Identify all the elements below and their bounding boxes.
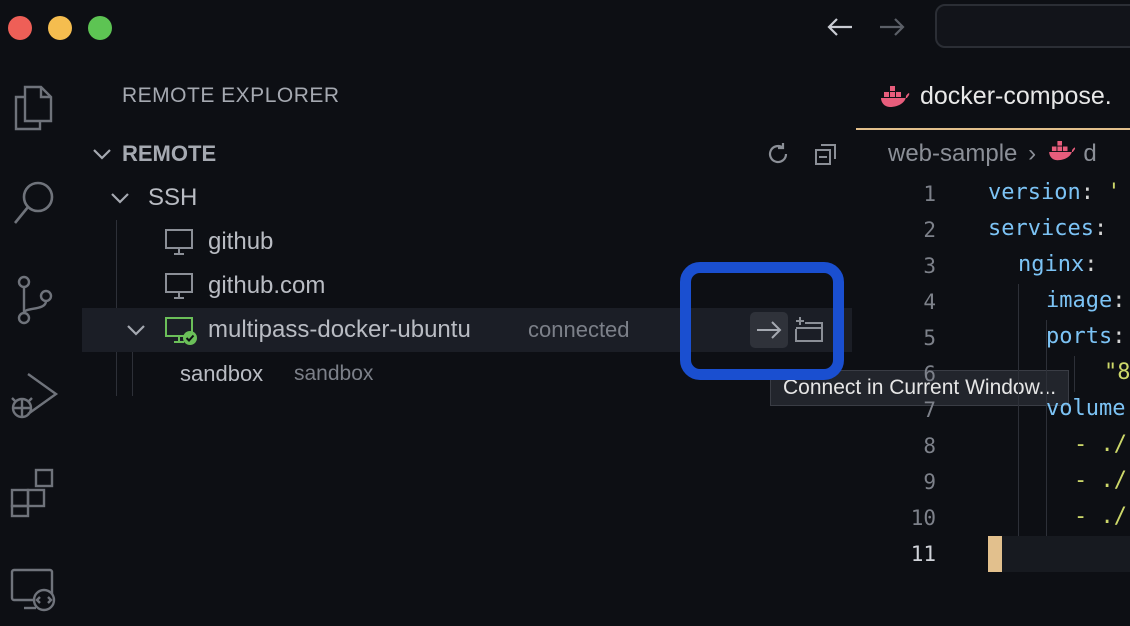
code-line[interactable]: - ./ bbox=[1074, 504, 1127, 529]
chevron-down-icon bbox=[127, 325, 145, 336]
code-line[interactable]: version: ' bbox=[988, 180, 1120, 205]
code-line[interactable]: ports: bbox=[1046, 324, 1125, 349]
chevron-right-icon: › bbox=[1028, 140, 1037, 167]
breadcrumb-folder[interactable]: web-sample bbox=[888, 140, 1017, 167]
indent-guide bbox=[1018, 284, 1019, 536]
yaml-value: - ./ bbox=[1074, 504, 1127, 529]
highlight-annotation bbox=[680, 262, 844, 380]
yaml-key: services bbox=[988, 216, 1094, 241]
monitor-icon bbox=[165, 229, 193, 255]
modified-line-marker bbox=[988, 536, 1002, 572]
monitor-connected-icon bbox=[165, 317, 197, 345]
host-label: github bbox=[208, 228, 274, 255]
minimize-window-button[interactable] bbox=[48, 16, 72, 40]
sidebar-title: REMOTE EXPLORER bbox=[122, 84, 340, 107]
chevron-down-icon bbox=[111, 193, 129, 204]
arrow-right-icon[interactable] bbox=[874, 10, 910, 44]
yaml-key: volume bbox=[1046, 396, 1126, 421]
run-debug-icon[interactable] bbox=[8, 370, 60, 422]
yaml-key: image bbox=[1046, 288, 1113, 313]
code-line[interactable]: "8 bbox=[1104, 360, 1130, 385]
source-control-icon[interactable] bbox=[8, 274, 60, 326]
line-number: 5 bbox=[923, 326, 936, 350]
yaml-key: nginx bbox=[1018, 252, 1085, 277]
command-center-search[interactable] bbox=[935, 4, 1130, 48]
section-remote[interactable]: REMOTE bbox=[82, 132, 852, 176]
active-tab-indicator bbox=[856, 128, 1130, 130]
code-line[interactable]: image: bbox=[1046, 288, 1125, 313]
code-line[interactable]: - ./ bbox=[1074, 432, 1127, 457]
yaml-value: - ./ bbox=[1074, 468, 1127, 493]
line-number: 4 bbox=[923, 290, 936, 314]
host-item-github[interactable]: github bbox=[82, 220, 852, 264]
code-line[interactable]: - ./ bbox=[1074, 468, 1127, 493]
line-number: 2 bbox=[923, 218, 936, 242]
yaml-key: version bbox=[988, 180, 1081, 205]
refresh-icon[interactable] bbox=[764, 140, 792, 168]
close-window-button[interactable] bbox=[8, 16, 32, 40]
extensions-icon[interactable] bbox=[8, 466, 60, 518]
search-icon[interactable] bbox=[8, 178, 60, 230]
line-number: 11 bbox=[910, 542, 936, 566]
line-number: 6 bbox=[923, 362, 936, 386]
collapse-all-icon[interactable] bbox=[812, 140, 840, 168]
code-line[interactable]: services: bbox=[988, 216, 1107, 241]
host-label: github.com bbox=[208, 272, 326, 299]
indent-guide bbox=[1074, 356, 1075, 392]
line-number: 3 bbox=[923, 254, 936, 278]
maximize-window-button[interactable] bbox=[88, 16, 112, 40]
line-number: 9 bbox=[923, 470, 936, 494]
group-ssh[interactable]: SSH bbox=[82, 176, 852, 220]
current-line-highlight bbox=[988, 536, 1130, 572]
host-label: multipass-docker-ubuntu bbox=[208, 316, 471, 343]
yaml-value: - ./ bbox=[1074, 432, 1127, 457]
breadcrumb: web-sample › d bbox=[888, 140, 1097, 168]
line-number: 7 bbox=[923, 398, 936, 422]
yaml-value: ' bbox=[1107, 180, 1121, 205]
line-number: 8 bbox=[923, 434, 936, 458]
group-label: SSH bbox=[148, 184, 198, 211]
line-number: 1 bbox=[923, 182, 936, 206]
docker-icon bbox=[1048, 141, 1075, 161]
monitor-icon bbox=[165, 273, 193, 299]
docker-icon bbox=[881, 86, 910, 107]
line-number: 10 bbox=[910, 506, 936, 530]
yaml-value: "8 bbox=[1104, 360, 1130, 385]
arrow-left-icon[interactable] bbox=[822, 10, 858, 44]
remote-explorer-icon[interactable] bbox=[8, 564, 60, 616]
section-label: REMOTE bbox=[122, 141, 217, 166]
host-status: connected bbox=[528, 317, 630, 342]
folder-label: sandbox bbox=[180, 361, 264, 386]
code-line[interactable]: volume bbox=[1046, 396, 1125, 421]
yaml-key: ports bbox=[1046, 324, 1113, 349]
breadcrumb-file[interactable]: d bbox=[1083, 140, 1096, 167]
editor-tab[interactable]: docker-compose. bbox=[920, 82, 1112, 111]
indent-guide bbox=[1046, 320, 1047, 536]
code-line[interactable]: nginx: bbox=[1018, 252, 1097, 277]
explorer-icon[interactable] bbox=[8, 82, 60, 134]
folder-description: sandbox bbox=[294, 362, 374, 385]
chevron-down-icon bbox=[93, 149, 111, 160]
